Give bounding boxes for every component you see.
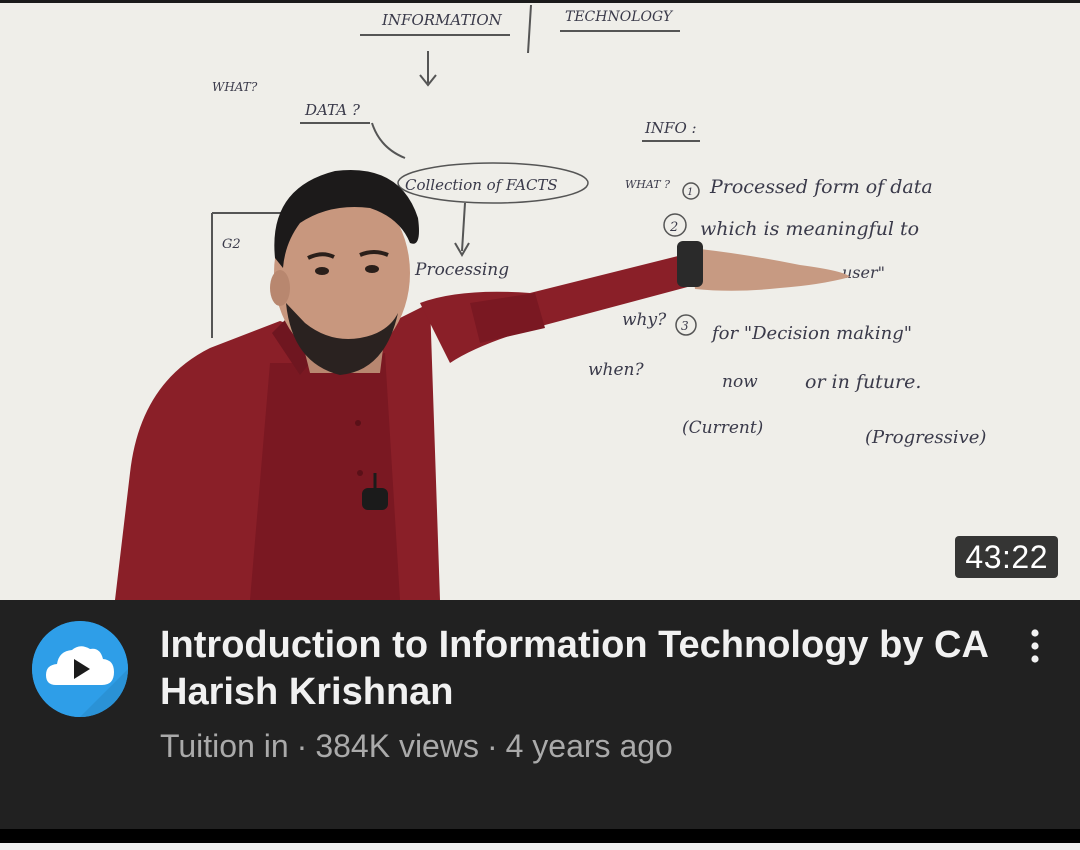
upload-age: 4 years ago (505, 728, 673, 764)
video-thumbnail[interactable]: INFORMATION TECHNOLOGY WHAT? DATA ? Coll… (0, 3, 1080, 600)
duration-badge: 43:22 (955, 536, 1058, 578)
wb-why: why? (622, 310, 667, 330)
more-vert-icon (1031, 629, 1039, 663)
whiteboard-scene: INFORMATION TECHNOLOGY WHAT? DATA ? Coll… (0, 3, 1080, 600)
video-meta: Tuition in · 384K views · 4 years ago (160, 726, 673, 766)
wb-collection: Collection of FACTS (405, 176, 558, 194)
wb-what-info: WHAT ? (625, 178, 670, 191)
wb-now: now (722, 372, 758, 392)
meta-separator: · (486, 728, 498, 764)
wb-g2: G2 (222, 237, 241, 252)
wb-or-in-future: or in future. (805, 371, 921, 393)
more-options-button[interactable] (1014, 622, 1056, 670)
wb-progressive: (Progressive) (865, 427, 986, 448)
wb-num-1: 1 (687, 187, 693, 198)
wb-processed: Processed form of data (709, 176, 933, 198)
wb-processing: Processing (414, 260, 509, 280)
wb-num-3: 3 (681, 319, 689, 333)
wb-heading-information: INFORMATION (381, 11, 503, 29)
wb-current: (Current) (682, 418, 763, 438)
wb-when: when? (588, 360, 645, 380)
wb-what: WHAT? (212, 80, 258, 94)
cloud-play-icon (32, 621, 128, 717)
wb-heading-technology: TECHNOLOGY (565, 9, 674, 25)
wb-decision: for "Decision making" (710, 323, 912, 344)
channel-name[interactable]: Tuition in (160, 728, 289, 764)
channel-avatar[interactable] (32, 621, 128, 717)
video-card[interactable]: INFORMATION TECHNOLOGY WHAT? DATA ? Coll… (0, 0, 1080, 850)
wb-info: INFO : (644, 119, 697, 137)
meta-separator: · (296, 728, 308, 764)
wb-num-2: 2 (669, 220, 678, 235)
view-count: 384K views (315, 728, 479, 764)
video-title[interactable]: Introduction to Information Technology b… (160, 622, 990, 716)
video-details: Introduction to Information Technology b… (0, 600, 1080, 829)
wb-meaningful: which is meaningful to (700, 218, 919, 240)
wb-user: user" (842, 263, 885, 282)
wb-data: DATA ? (304, 101, 361, 119)
bottom-bar (0, 829, 1080, 850)
bottom-strip (0, 843, 1080, 850)
